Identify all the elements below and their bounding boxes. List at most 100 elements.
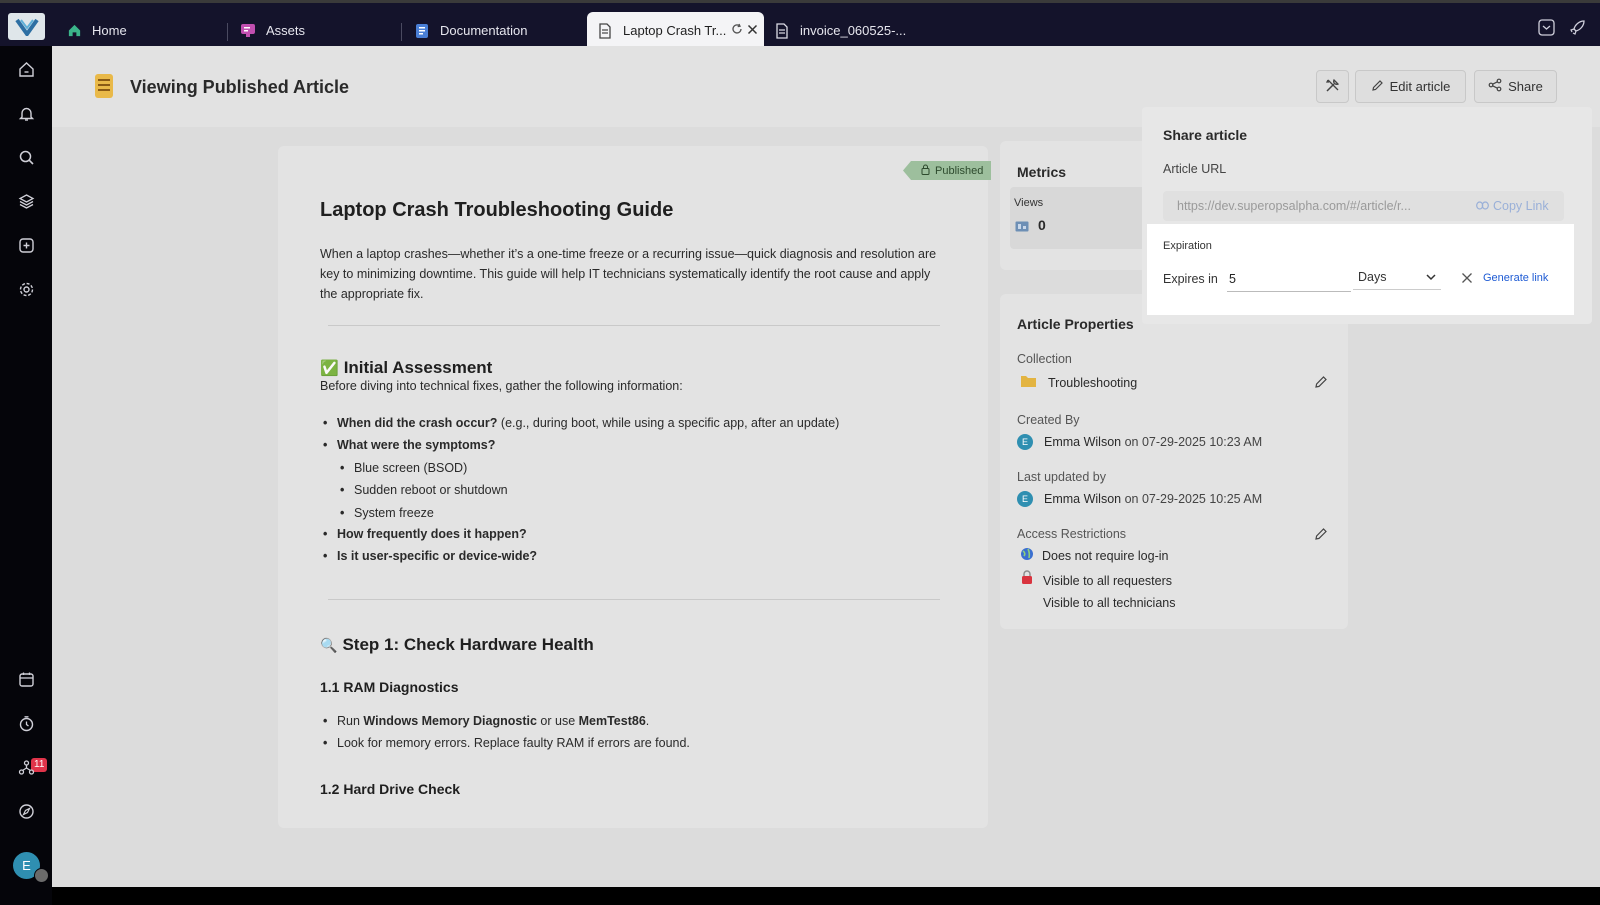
tab-separator (227, 23, 228, 41)
tab-label: Assets (266, 23, 306, 38)
bell-icon[interactable] (16, 103, 36, 123)
calendar-icon[interactable] (16, 669, 36, 689)
list-item: When did the crash occur? (e.g., during … (320, 416, 839, 430)
edit-collection-icon[interactable] (1314, 375, 1328, 389)
views-label: Views (1014, 197, 1044, 209)
expires-in-label: Expires in (1163, 272, 1218, 286)
refresh-icon[interactable] (731, 23, 743, 38)
link-icon (1476, 199, 1489, 213)
dropdown-square-icon[interactable] (1537, 18, 1555, 36)
compass-icon[interactable] (16, 801, 36, 821)
network-icon[interactable] (16, 757, 36, 777)
tab-documentation[interactable]: Documentation (404, 12, 574, 49)
gear-icon[interactable] (16, 279, 36, 299)
tab-laptop-crash[interactable]: Laptop Crash Tr... (587, 12, 764, 49)
checkmark-emoji: ✅ (320, 360, 339, 377)
article-url-value: https://dev.superopsalpha.com/#/article/… (1177, 199, 1411, 213)
created-by-value: Emma Wilson on 07-29-2025 10:23 AM (1044, 435, 1263, 449)
access-requesters: Visible to all requesters (1043, 574, 1173, 588)
edit-article-label: Edit article (1389, 79, 1451, 94)
divider (328, 599, 940, 600)
subsection-heading: 1.2 Hard Drive Check (320, 781, 461, 797)
bottom-band (52, 887, 1600, 905)
app-logo[interactable] (8, 13, 45, 40)
share-title: Share article (1163, 127, 1248, 143)
expires-in-input[interactable] (1227, 266, 1351, 292)
article-url-label: Article URL (1163, 162, 1227, 176)
article-title: Laptop Crash Troubleshooting Guide (320, 199, 674, 221)
search-icon[interactable] (16, 147, 36, 167)
section-heading: 🔍 Step 1: Check Hardware Health (320, 635, 594, 654)
tab-label: Laptop Crash Tr... (623, 23, 727, 38)
article-card: Published Laptop Crash Troubleshooting G… (278, 146, 992, 828)
magnifier-emoji: 🔍 (320, 636, 338, 653)
list-item: What were the symptoms? (320, 438, 495, 452)
metrics-title: Metrics (1017, 164, 1067, 180)
access-technicians: Visible to all technicians (1043, 596, 1176, 610)
section-lead: Before diving into technical fixes, gath… (320, 379, 683, 393)
share-button[interactable]: Share (1474, 70, 1557, 103)
properties-title: Article Properties (1017, 316, 1134, 332)
creator-avatar: E (1017, 434, 1033, 450)
access-login: Does not require log-in (1042, 549, 1169, 563)
generate-link-button[interactable]: Generate link (1483, 272, 1548, 284)
expiration-panel: Expiration Expires in Days Generate link (1147, 224, 1574, 315)
home-icon[interactable] (16, 59, 36, 79)
expiration-title: Expiration (1163, 240, 1212, 252)
plus-square-icon[interactable] (16, 235, 36, 255)
article-icon (95, 74, 113, 98)
tools-button[interactable] (1316, 70, 1349, 103)
tab-label: Home (92, 23, 127, 38)
tab-home[interactable]: Home (56, 12, 226, 49)
padlock-icon (1022, 570, 1032, 584)
expiry-unit-select[interactable]: Days (1353, 264, 1441, 290)
page-title: Viewing Published Article (130, 77, 350, 97)
section-heading: ✅ Initial Assessment (320, 358, 493, 377)
edit-article-button[interactable]: Edit article (1355, 70, 1466, 103)
timer-icon[interactable] (16, 713, 36, 733)
avatar-status-icon (34, 868, 49, 883)
globe-icon (1021, 548, 1033, 560)
divider (328, 325, 940, 326)
list-item: Run Windows Memory Diagnostic or use Mem… (320, 714, 649, 728)
tab-separator (401, 23, 402, 41)
tab-bar: Home Assets Documentation Laptop Crash T… (0, 0, 1600, 49)
updater-avatar: E (1017, 491, 1033, 507)
article-properties-card: Article Properties Collection Troublesho… (1000, 294, 1348, 629)
edit-access-icon[interactable] (1314, 527, 1328, 541)
list-item: System freeze (337, 506, 434, 520)
list-item: How frequently does it happen? (320, 527, 527, 541)
tab-invoice[interactable]: invoice_060525-... (764, 12, 934, 49)
access-restrictions-label: Access Restrictions (1017, 527, 1127, 541)
last-updated-label: Last updated by (1017, 470, 1106, 484)
copy-link-button[interactable]: Copy Link (1476, 199, 1549, 213)
rocket-icon[interactable] (1568, 18, 1586, 36)
layers-icon[interactable] (16, 191, 36, 211)
chevron-down-icon (1426, 270, 1436, 284)
sidebar: 11 (0, 46, 52, 905)
folder-icon (1021, 376, 1036, 387)
home-icon (66, 23, 82, 39)
collection-label: Collection (1017, 352, 1072, 366)
share-icon (1488, 78, 1502, 95)
list-item: Blue screen (BSOD) (337, 461, 467, 475)
pencil-icon (1371, 79, 1384, 95)
document-icon (597, 22, 613, 39)
lock-icon (921, 164, 930, 178)
tab-label: Documentation (440, 23, 528, 38)
collection-value: Troubleshooting (1048, 376, 1138, 390)
views-icon (1015, 221, 1029, 232)
share-label: Share (1508, 79, 1543, 94)
subsection-heading: 1.1 RAM Diagnostics (320, 679, 459, 695)
views-value: 0 (1038, 217, 1046, 233)
book-icon (414, 23, 430, 39)
document-icon (774, 22, 790, 39)
tools-icon (1325, 77, 1341, 96)
tab-label: invoice_060525-... (800, 23, 907, 38)
list-item: Sudden reboot or shutdown (337, 483, 508, 497)
created-by-label: Created By (1017, 413, 1080, 427)
tab-assets[interactable]: Assets (230, 12, 400, 49)
list-item: Is it user-specific or device-wide? (320, 549, 537, 563)
close-tab-icon[interactable] (747, 23, 758, 38)
close-icon[interactable] (1460, 271, 1474, 285)
